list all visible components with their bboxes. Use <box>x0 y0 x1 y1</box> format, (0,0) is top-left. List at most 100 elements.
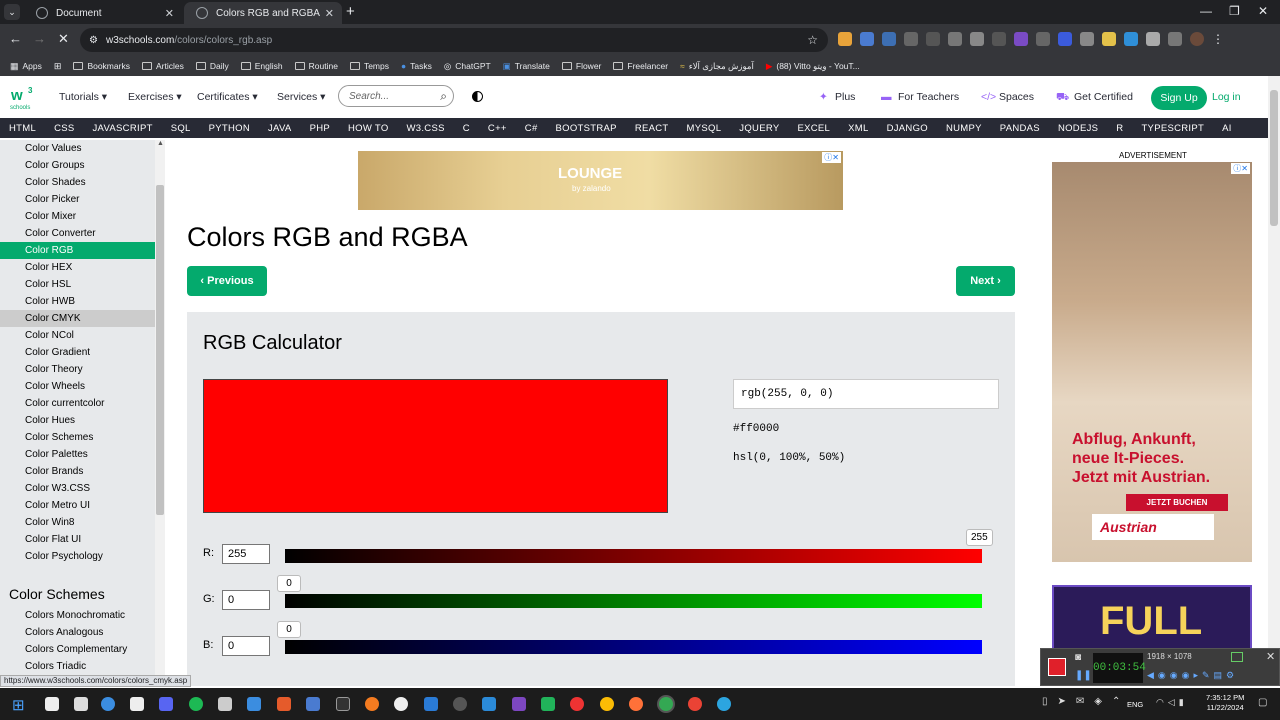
blue-slider[interactable] <box>285 640 982 654</box>
topic-link[interactable]: PANDAS <box>1000 123 1040 134</box>
vscode-icon[interactable] <box>424 697 438 711</box>
sidebar-item[interactable]: Color W3.CSS <box>0 480 155 497</box>
sidebar-item[interactable]: Color Groups <box>0 157 155 174</box>
menu-exercises[interactable]: Exercises ▾ <box>128 91 182 103</box>
spotify-icon[interactable] <box>189 697 203 711</box>
sidebar-item[interactable]: Color HEX <box>0 259 155 276</box>
chrome-icon[interactable] <box>688 697 702 711</box>
app-icon[interactable] <box>218 697 232 711</box>
topic-link[interactable]: R <box>1116 123 1123 134</box>
topic-link[interactable]: CSS <box>54 123 74 134</box>
sidebar-item[interactable]: Color Gradient <box>0 344 155 361</box>
back-icon[interactable]: ← <box>9 31 22 46</box>
sidebar-item[interactable]: Color Converter <box>0 225 155 242</box>
topic-link[interactable]: XML <box>848 123 868 134</box>
camera-icon[interactable]: ◙ <box>1075 652 1081 663</box>
github-icon[interactable] <box>336 697 350 711</box>
red-slider[interactable] <box>285 549 982 563</box>
close-icon[interactable]: ✕ <box>165 7 174 20</box>
sidebar-item[interactable]: Color Palettes <box>0 446 155 463</box>
topic-link[interactable]: C++ <box>488 123 507 134</box>
ad-cta-button[interactable]: JETZT BUCHEN <box>1126 494 1228 511</box>
extension-icon[interactable] <box>1124 32 1138 46</box>
extension-icon[interactable] <box>1014 32 1028 46</box>
topic-link[interactable]: EXCEL <box>797 123 830 134</box>
file-explorer-icon[interactable] <box>74 697 88 711</box>
bookmark-tasks[interactable]: ● Tasks <box>401 61 432 71</box>
sidebar-item[interactable]: Colors Triadic <box>0 658 155 675</box>
url-field[interactable]: ⚙ w3schools.com /colors/colors_rgb.asp ☆ <box>80 28 828 52</box>
sidebar-item[interactable]: Colors Monochromatic <box>0 607 155 624</box>
app-icon[interactable] <box>365 697 379 711</box>
start-icon[interactable]: ⊞ <box>12 696 25 714</box>
kebab-menu-icon[interactable]: ⋮ <box>1212 32 1224 46</box>
sidebar-item[interactable]: Color Metro UI <box>0 497 155 514</box>
site-info-icon[interactable]: ⚙ <box>89 35 98 46</box>
sign-up-button[interactable]: Sign Up <box>1151 86 1207 110</box>
sidebar-item[interactable]: Color Win8 <box>0 514 155 531</box>
sidebar-item[interactable]: Color Theory <box>0 361 155 378</box>
sidebar-item[interactable]: Color Brands <box>0 463 155 480</box>
for-teachers-link[interactable]: For Teachers <box>898 91 959 103</box>
chrome-active-icon[interactable] <box>659 697 673 711</box>
minimize-icon[interactable]: — <box>1200 4 1212 18</box>
bookmark-folder[interactable]: Daily <box>195 61 229 71</box>
topic-link[interactable]: MYSQL <box>687 123 722 134</box>
network-volume-icons[interactable]: ◠◁▮ <box>1156 697 1188 708</box>
scroll-up-icon[interactable]: ▲ <box>157 140 164 147</box>
bookmark-apps[interactable]: ▦ Apps <box>10 61 42 72</box>
sidebar-item[interactable]: Color HWB <box>0 293 155 310</box>
new-tab-icon[interactable]: + <box>346 3 355 20</box>
extension-icon[interactable] <box>882 32 896 46</box>
tab-search-icon[interactable]: ⌄ <box>4 4 20 20</box>
topic-link[interactable]: W3.CSS <box>407 123 445 134</box>
forward-icon[interactable]: → <box>33 31 46 46</box>
puzzle-icon[interactable] <box>1146 32 1160 46</box>
sidebar-item[interactable]: Color Schemes <box>0 429 155 446</box>
topic-link[interactable]: JAVASCRIPT <box>93 123 153 134</box>
sidebar-item[interactable]: Color Flat UI <box>0 531 155 548</box>
extension-icon[interactable] <box>1036 32 1050 46</box>
topic-link[interactable]: SQL <box>171 123 191 134</box>
avatar[interactable] <box>1190 32 1204 46</box>
topic-link[interactable]: REACT <box>635 123 669 134</box>
maximize-icon[interactable]: ❐ <box>1229 4 1240 18</box>
extension-icon[interactable] <box>992 32 1006 46</box>
tray-icons[interactable]: ▯➤✉◈⌃ <box>1042 696 1130 707</box>
topic-link[interactable]: PYTHON <box>209 123 250 134</box>
sidebar-item[interactable]: Color Shades <box>0 174 155 191</box>
plus-link[interactable]: Plus <box>835 91 855 103</box>
tab-document[interactable]: Document ✕ <box>24 2 182 24</box>
sidebar-item[interactable]: Color Values <box>0 140 155 157</box>
topic-link[interactable]: DJANGO <box>887 123 928 134</box>
menu-certificates[interactable]: Certificates ▾ <box>197 91 258 103</box>
extension-icon[interactable] <box>838 32 852 46</box>
page-scrollbar[interactable] <box>1268 76 1280 686</box>
topic-link[interactable]: C <box>463 123 470 134</box>
topic-link[interactable]: NODEJS <box>1058 123 1098 134</box>
green-slider[interactable] <box>285 594 982 608</box>
sidebar-item[interactable]: Color CMYK <box>0 310 155 327</box>
close-icon[interactable]: ✕ <box>325 7 334 20</box>
bookmark-folder[interactable]: Temps <box>349 61 389 71</box>
record-icon[interactable] <box>1048 658 1066 676</box>
stop-icon[interactable]: ✕ <box>58 31 69 47</box>
menu-services[interactable]: Services ▾ <box>277 91 325 103</box>
sidebar-scroll-thumb[interactable] <box>156 185 164 515</box>
app-icon[interactable] <box>130 697 144 711</box>
extension-icon[interactable] <box>970 32 984 46</box>
bookmark-youtube[interactable]: ▶ (88) Vitto ویتو - YouT... <box>766 61 860 72</box>
pycharm-icon[interactable] <box>541 697 555 711</box>
topic-link[interactable]: JAVA <box>268 123 292 134</box>
notepad-icon[interactable] <box>247 697 261 711</box>
app-icon[interactable] <box>512 697 526 711</box>
tab-colors-rgb[interactable]: Colors RGB and RGBA ✕ <box>184 2 342 24</box>
sidebar-item[interactable]: Color HSL <box>0 276 155 293</box>
notifications-icon[interactable]: ▢ <box>1258 697 1267 708</box>
recorder-tools-icon[interactable]: ◀◉◉◉▸✎▤⚙ <box>1147 670 1238 681</box>
clock[interactable]: 7:35:12 PM 11/22/2024 <box>1206 693 1244 713</box>
sidebar-item[interactable]: Color Mixer <box>0 208 155 225</box>
sidebar-item[interactable]: Colors Analogous <box>0 624 155 641</box>
menu-tutorials[interactable]: Tutorials ▾ <box>59 91 107 103</box>
bookmark-folder[interactable]: English <box>240 61 283 71</box>
